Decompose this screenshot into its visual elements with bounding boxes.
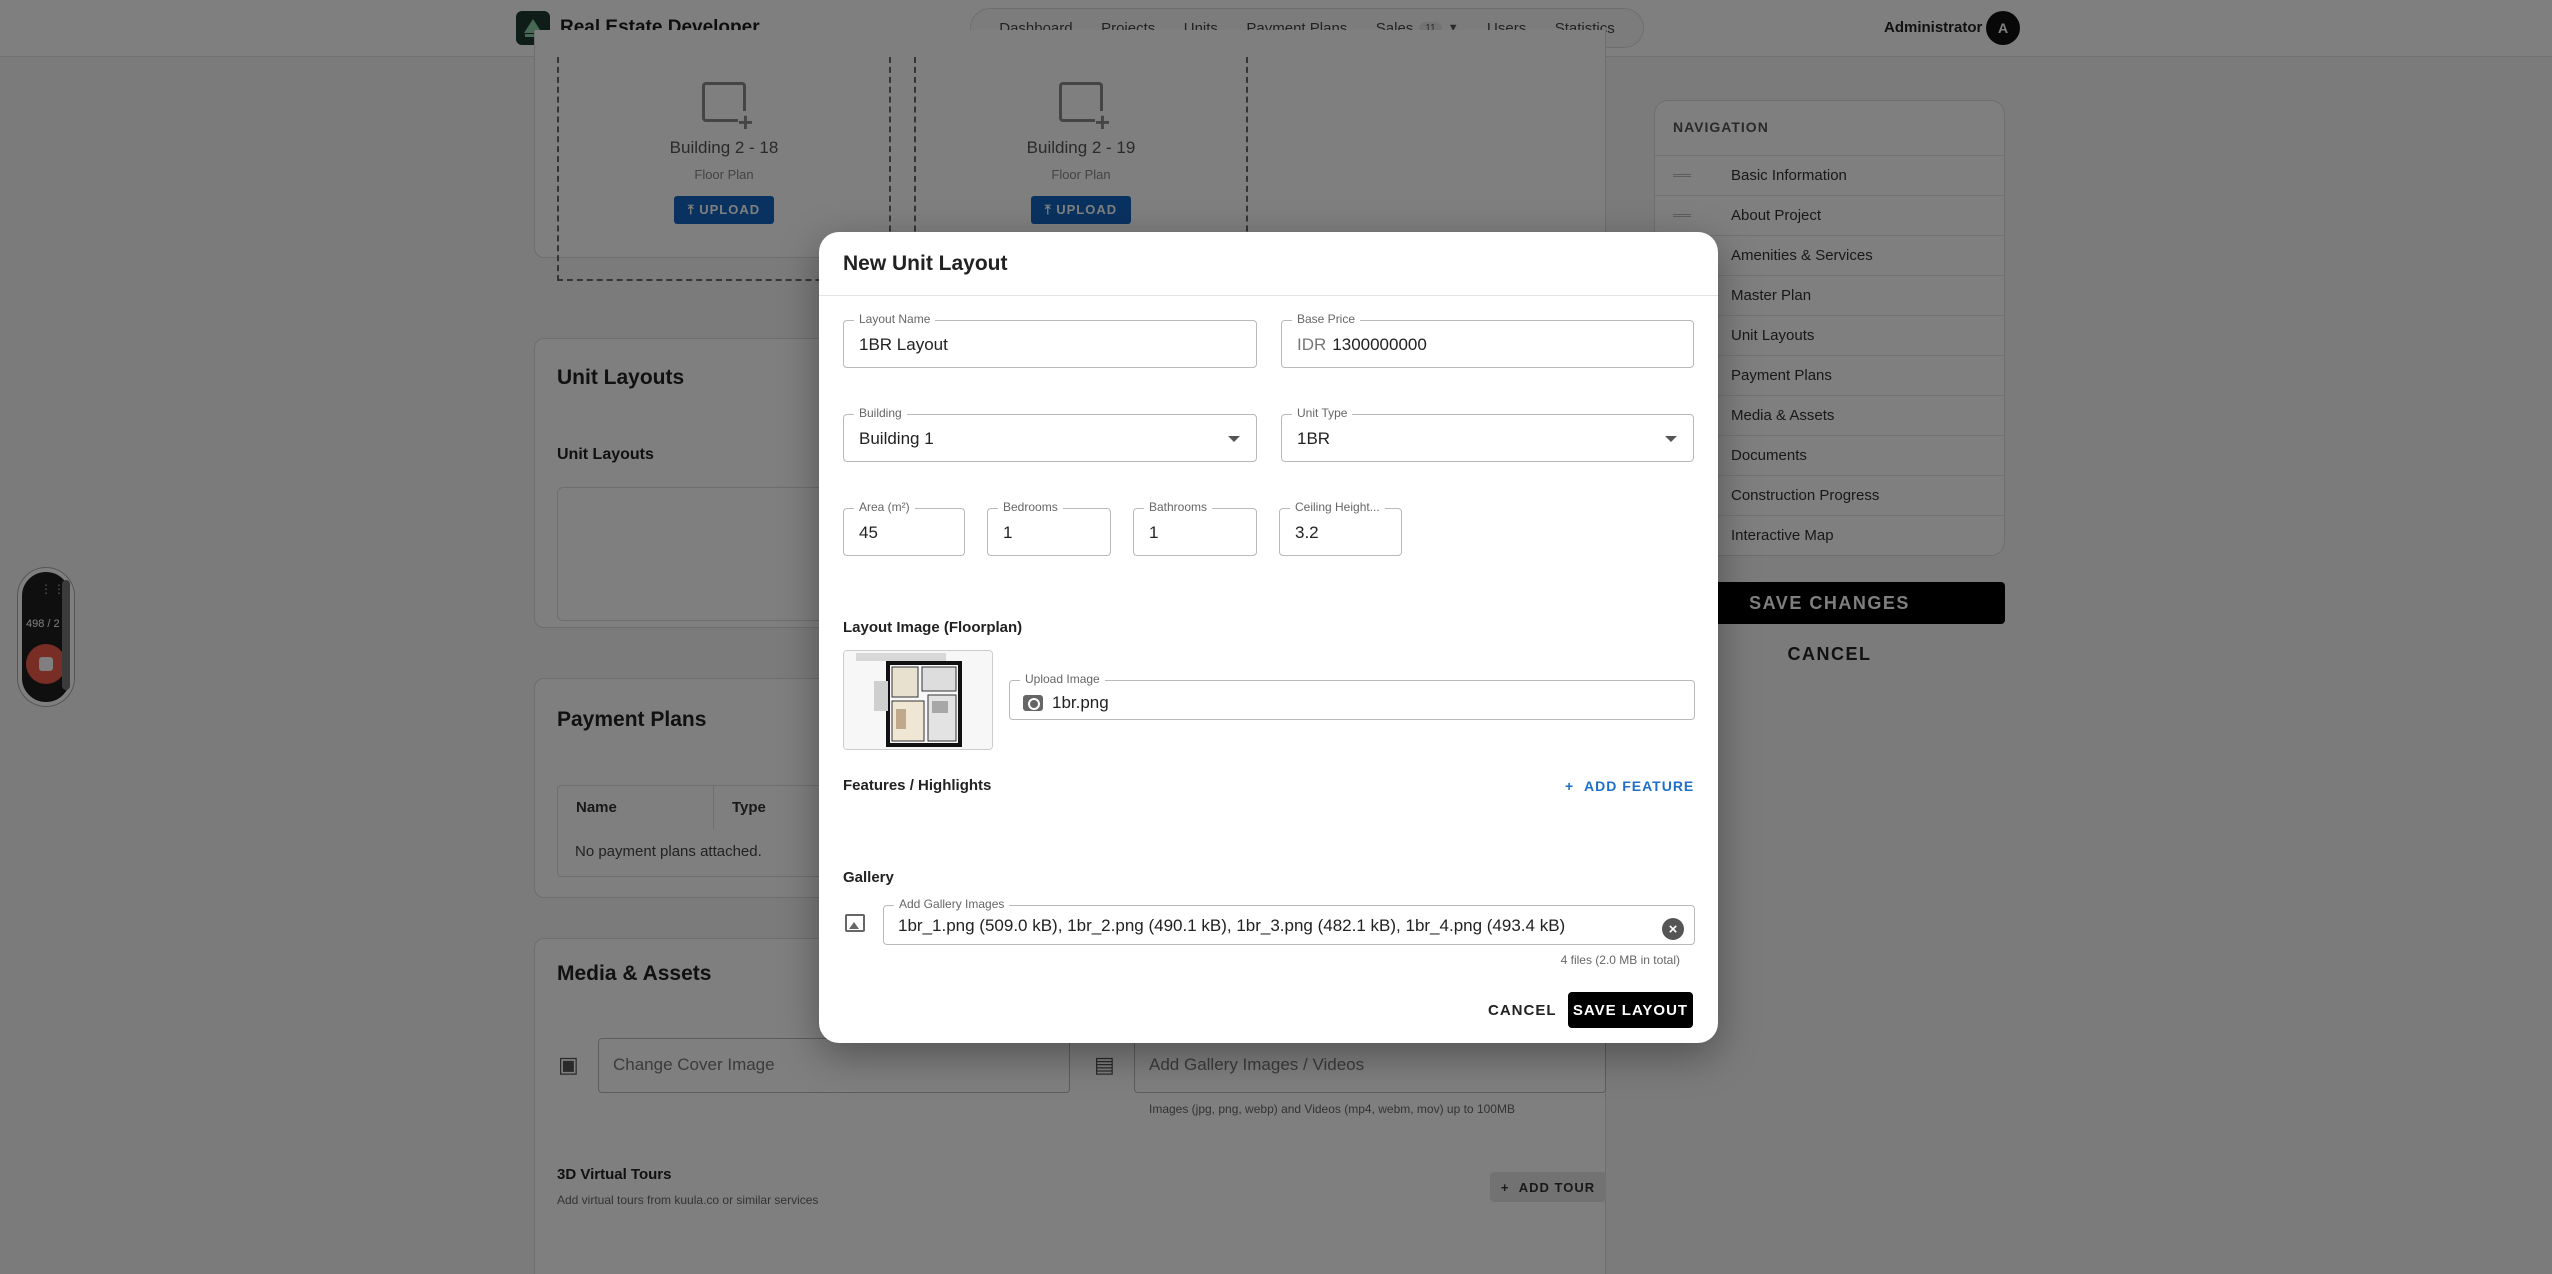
clear-icon[interactable]: × bbox=[1662, 918, 1684, 940]
field-label: Add Gallery Images bbox=[894, 897, 1010, 911]
dialog-title: New Unit Layout bbox=[843, 252, 1008, 275]
field-label: Bathrooms bbox=[1144, 500, 1213, 514]
floorplan-image bbox=[844, 651, 992, 749]
field-label: Area (m²) bbox=[854, 500, 915, 514]
field-value: Building 1 bbox=[859, 429, 934, 448]
bathrooms-field[interactable]: Bathrooms 1 bbox=[1133, 500, 1257, 556]
unit-type-select[interactable]: Unit Type 1BR bbox=[1281, 406, 1694, 462]
base-price-field[interactable]: Base Price IDR 1300000000 bbox=[1281, 312, 1694, 368]
field-value: 1br_1.png (509.0 kB), 1br_2.png (490.1 k… bbox=[898, 916, 1566, 935]
dialog-cancel-button[interactable]: CANCEL bbox=[1488, 1002, 1557, 1019]
field-label: Ceiling Height... bbox=[1290, 500, 1385, 514]
ceiling-height-field[interactable]: Ceiling Height... 3.2 bbox=[1279, 500, 1402, 556]
field-label: Building bbox=[854, 406, 907, 420]
field-label: Unit Type bbox=[1292, 406, 1353, 420]
camera-icon bbox=[1023, 695, 1043, 711]
caret-down-icon bbox=[1228, 436, 1240, 442]
add-feature-button[interactable]: + ADD FEATURE bbox=[1565, 778, 1694, 794]
field-label: Base Price bbox=[1292, 312, 1361, 326]
save-layout-button[interactable]: SAVE LAYOUT bbox=[1568, 992, 1693, 1028]
add-feature-label: ADD FEATURE bbox=[1583, 778, 1695, 794]
field-label: Layout Name bbox=[854, 312, 936, 326]
gallery-title: Gallery bbox=[843, 869, 894, 886]
bedrooms-field[interactable]: Bedrooms 1 bbox=[987, 500, 1111, 556]
field-value: 45 bbox=[859, 523, 878, 542]
field-value: 3.2 bbox=[1295, 523, 1319, 542]
gallery-images-field[interactable]: Add Gallery Images 1br_1.png (509.0 kB),… bbox=[883, 897, 1695, 945]
price-value: 1300000000 bbox=[1332, 335, 1427, 354]
layout-image-title: Layout Image (Floorplan) bbox=[843, 619, 1023, 636]
field-value: IDR 1300000000 bbox=[1297, 335, 1427, 355]
area-field[interactable]: Area (m²) 45 bbox=[843, 500, 965, 556]
floorplan-thumbnail[interactable] bbox=[843, 650, 993, 750]
field-value: 1br.png bbox=[1052, 693, 1109, 712]
features-title: Features / Highlights bbox=[843, 777, 992, 794]
gallery-file-summary: 4 files (2.0 MB in total) bbox=[1560, 953, 1680, 967]
field-label: Bedrooms bbox=[998, 500, 1063, 514]
field-label: Upload Image bbox=[1020, 672, 1105, 686]
upload-image-field[interactable]: Upload Image 1br.png bbox=[1009, 672, 1695, 720]
divider bbox=[819, 295, 1718, 296]
layout-name-field[interactable]: Layout Name 1BR Layout bbox=[843, 312, 1257, 368]
field-value: 1BR Layout bbox=[859, 335, 948, 354]
currency-prefix: IDR bbox=[1297, 335, 1327, 354]
new-unit-layout-dialog: New Unit Layout Layout Name 1BR Layout B… bbox=[819, 232, 1718, 1043]
gallery-icon bbox=[845, 914, 865, 932]
caret-down-icon bbox=[1665, 436, 1677, 442]
field-value: 1 bbox=[1003, 523, 1013, 542]
building-select[interactable]: Building Building 1 bbox=[843, 406, 1257, 462]
field-value: 1 bbox=[1149, 523, 1159, 542]
field-value: 1BR bbox=[1297, 429, 1331, 448]
